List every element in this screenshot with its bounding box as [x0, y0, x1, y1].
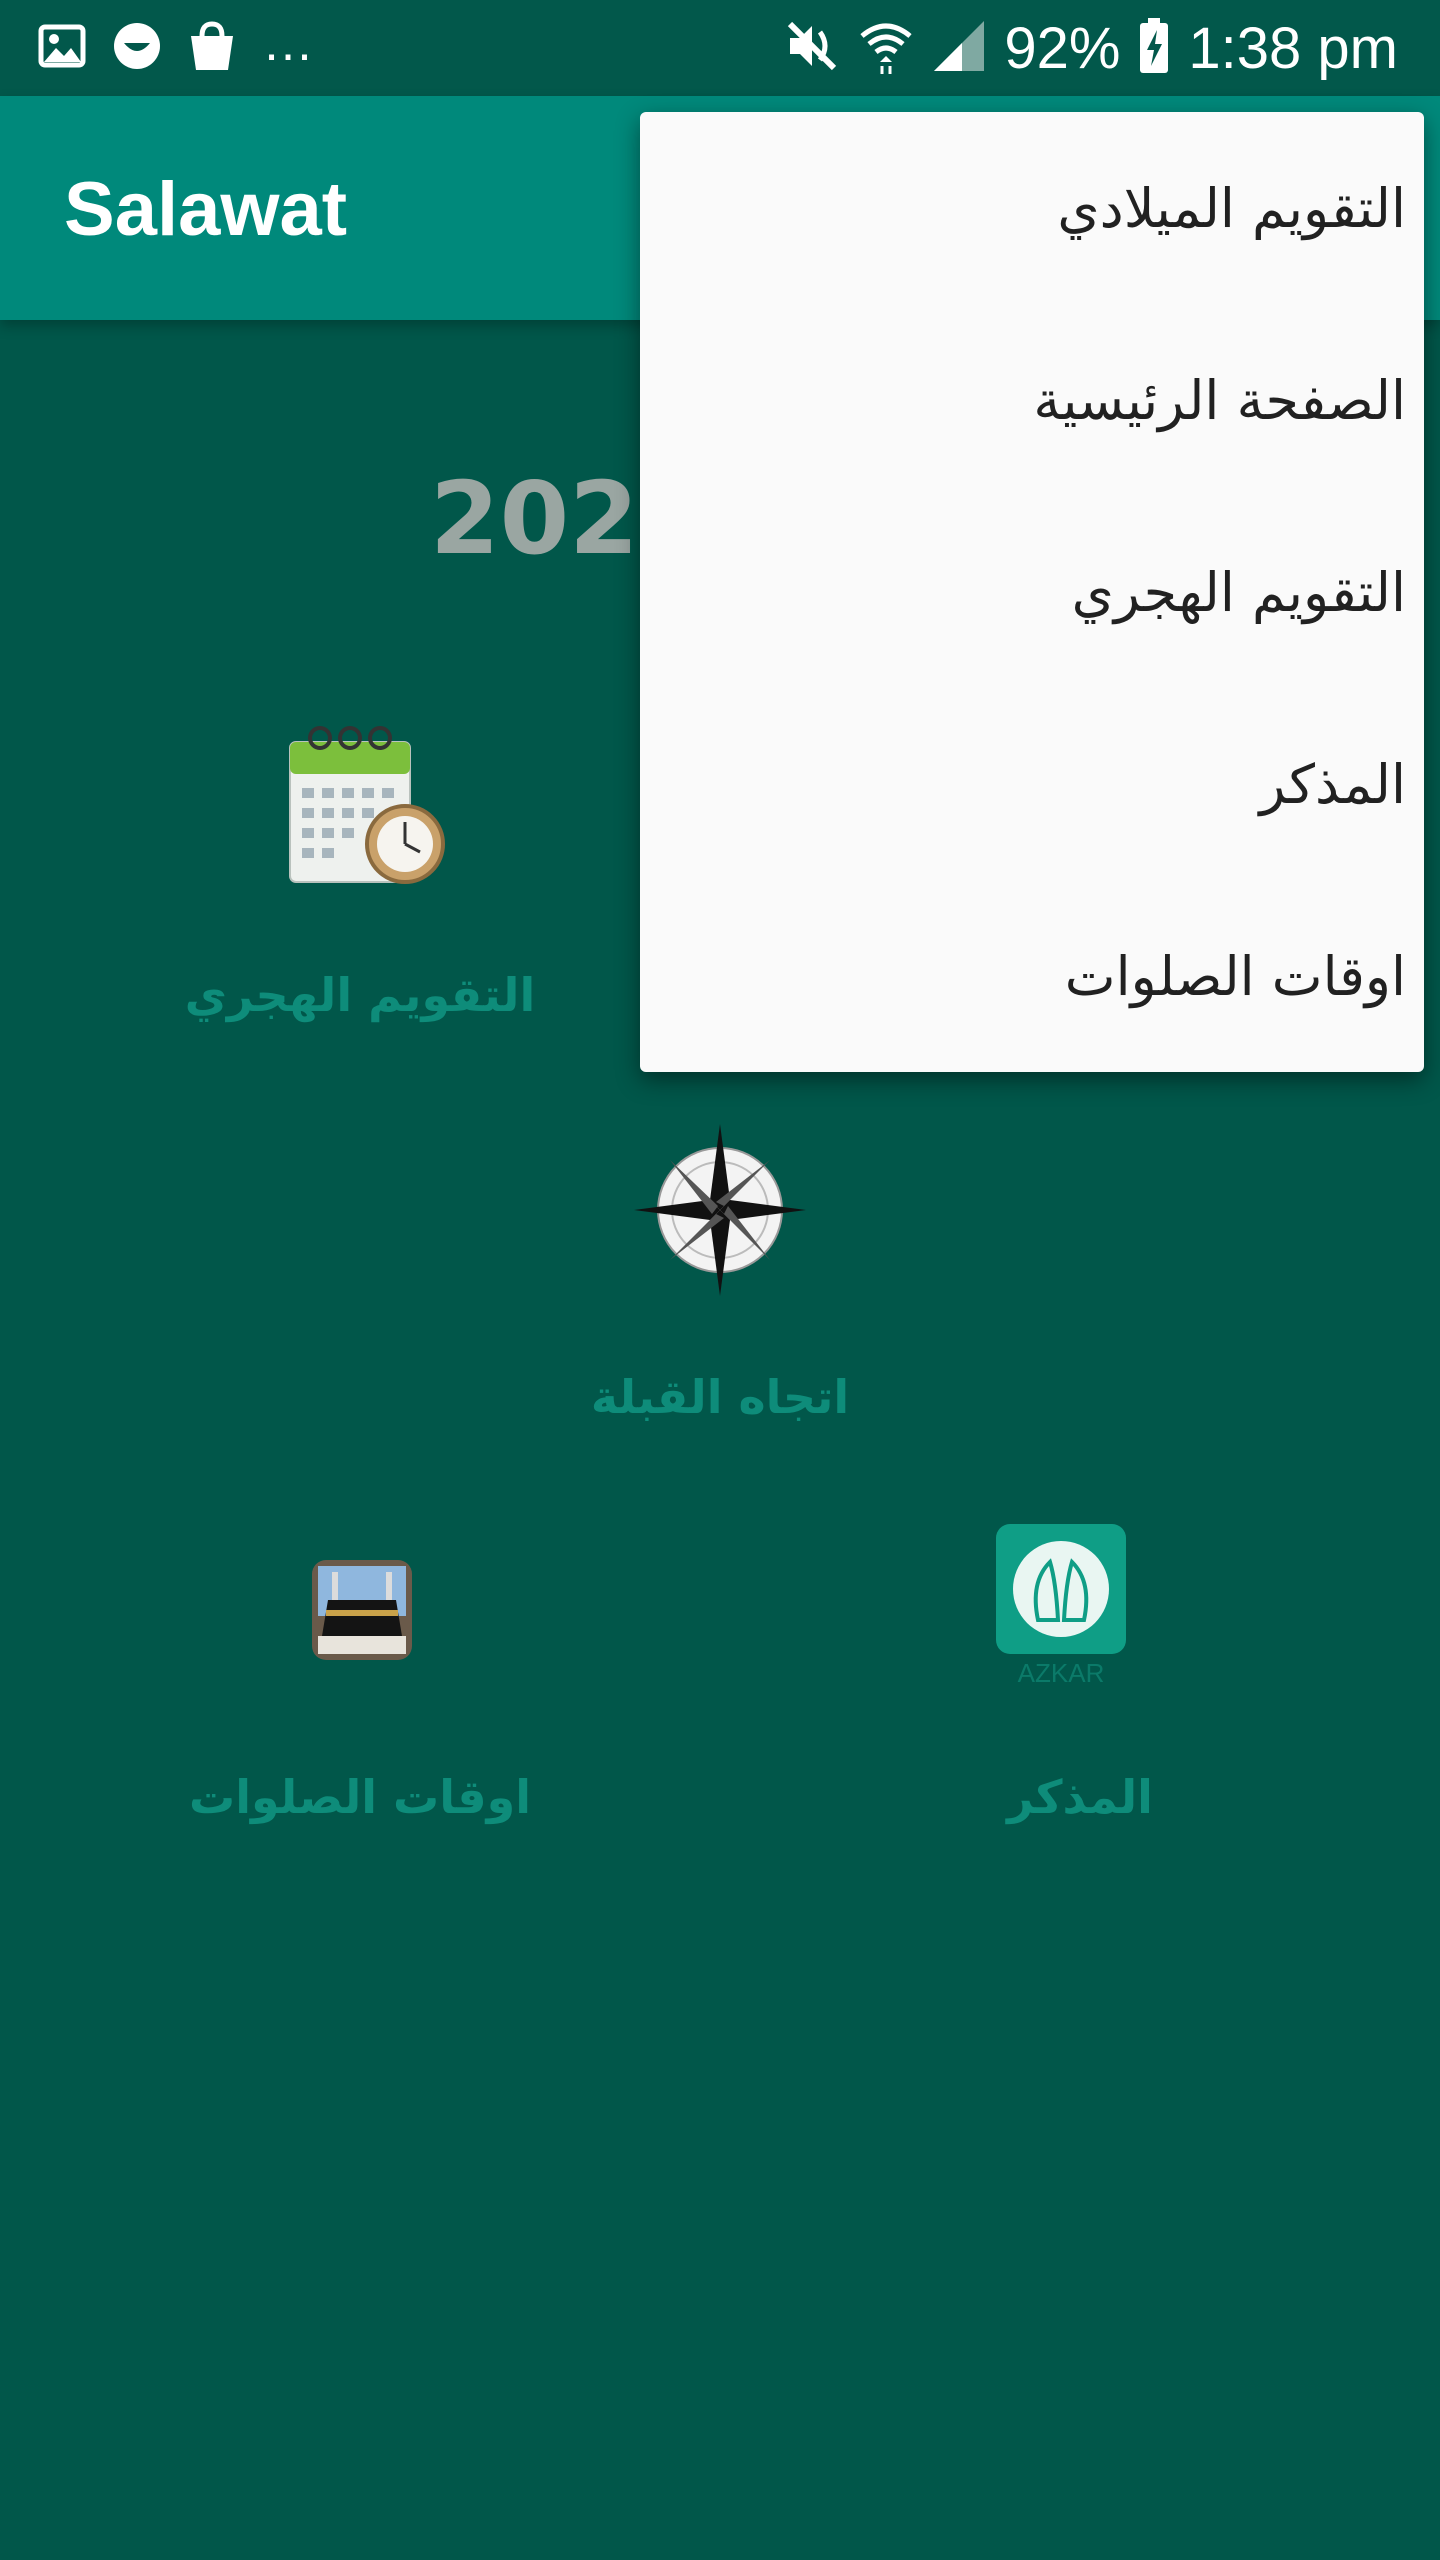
azkar-caption: AZKAR [1018, 1658, 1105, 1688]
status-bar-notifications: … [38, 14, 314, 78]
azkar-hands-icon[interactable]: AZKAR [994, 1522, 1128, 1696]
tile-label[interactable]: التقويم الهجري [140, 968, 580, 1022]
overflow-menu: التقويم الميلادي الصفحة الرئيسية التقويم… [640, 112, 1424, 1072]
menu-item-hijri-calendar[interactable]: التقويم الهجري [706, 496, 1406, 688]
battery-percent: 92% [1004, 15, 1121, 81]
wifi-icon [858, 18, 914, 78]
image-icon [38, 24, 86, 72]
menu-item-home[interactable]: الصفحة الرئيسية [706, 304, 1406, 496]
cellular-signal-icon [932, 19, 986, 77]
hijri-calendar-icon[interactable] [280, 712, 450, 896]
shopping-bag-icon [188, 20, 236, 76]
tile-label[interactable]: اتجاه القبلة [500, 1370, 940, 1424]
battery-charging-icon [1138, 18, 1170, 78]
smiley-icon [112, 21, 162, 75]
menu-item-gregorian-calendar[interactable]: التقويم الميلادي [706, 112, 1406, 304]
mute-icon [784, 18, 840, 78]
clock: 1:38 pm [1188, 15, 1398, 81]
app-title: Salawat [64, 167, 348, 252]
more-notifications-dots: … [262, 14, 314, 72]
compass-icon[interactable] [630, 1120, 810, 1304]
tile-label[interactable]: اوقات الصلوات [140, 1770, 580, 1824]
kaaba-icon[interactable] [310, 1558, 414, 1666]
status-bar: … 92% 1:38 pm [0, 0, 1440, 96]
menu-item-prayer-times[interactable]: اوقات الصلوات [706, 880, 1406, 1072]
menu-item-azkar[interactable]: المذكر [706, 688, 1406, 880]
status-bar-system: 92% 1:38 pm [784, 14, 1398, 82]
tile-label[interactable]: المذكر [860, 1770, 1300, 1824]
